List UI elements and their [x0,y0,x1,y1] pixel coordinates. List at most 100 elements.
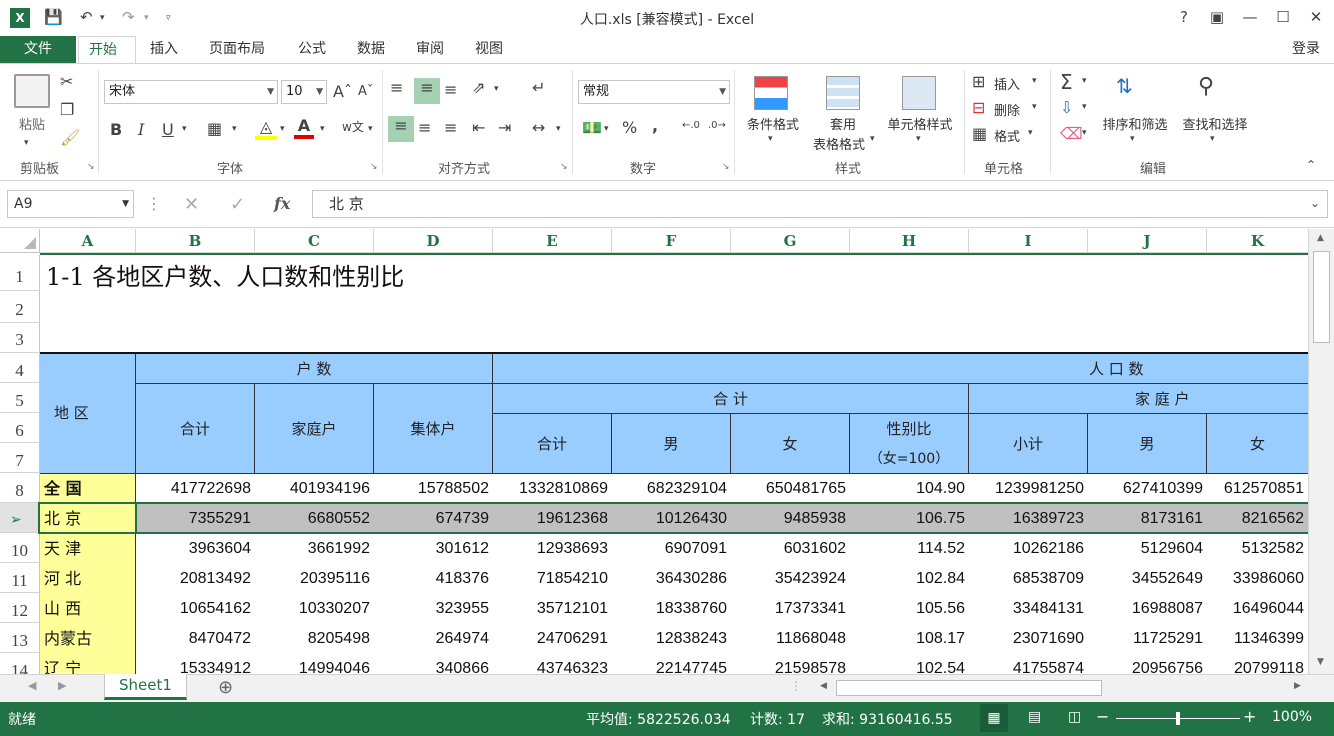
cell-styles-button[interactable]: 单元格样式 [880,114,960,133]
data-cell-f[interactable]: 22147745 [612,654,731,674]
data-cell-d[interactable]: 323955 [374,594,493,624]
alignment-launcher-icon[interactable]: ↘ [560,162,568,172]
chevron-down-icon[interactable]: ▾ [916,134,921,144]
data-cell-e[interactable]: 12938693 [493,534,612,564]
borders-dropdown-icon[interactable]: ▾ [232,124,237,134]
vertical-scroll-thumb[interactable] [1313,251,1330,343]
zoom-out-icon[interactable]: − [1096,707,1109,726]
format-as-table-icon[interactable] [826,76,860,110]
row-header-6[interactable]: 6 [0,413,40,443]
orientation-icon[interactable]: ⇗ [472,78,485,97]
copy-icon[interactable]: ❐ [60,100,74,119]
region-cell[interactable]: 山 西 [40,594,136,624]
font-name-select[interactable]: 宋体 ▼ [104,80,278,104]
phonetic-guide-icon[interactable]: w文 [342,118,364,135]
sort-filter-button[interactable]: 排序和筛选 [1096,114,1174,133]
data-cell-h[interactable]: 106.75 [850,504,969,534]
data-cell-j[interactable]: 627410399 [1088,474,1207,504]
tab-insert[interactable]: 插入 [140,36,188,64]
data-cell-k[interactable]: 612570851 [1207,474,1308,504]
sign-in-link[interactable]: 登录 [1292,36,1320,64]
tab-split-handle-icon[interactable]: ⋮ [790,679,802,693]
insert-function-button[interactable]: fx [274,194,290,213]
region-cell[interactable]: 全 国 [40,474,136,504]
wrap-text-icon[interactable]: ↵ [532,78,545,97]
column-header-g[interactable]: G [731,229,850,253]
data-cell-b[interactable]: 20813492 [136,564,255,594]
tab-review[interactable]: 审阅 [406,36,454,64]
region-cell[interactable]: 内蒙古 [40,624,136,654]
column-header-k[interactable]: K [1207,229,1308,253]
column-header-c[interactable]: C [255,229,374,253]
phonetic-dropdown-icon[interactable]: ▾ [368,124,373,134]
format-cells-icon[interactable]: ▦ [972,124,987,143]
data-cell-b[interactable]: 417722698 [136,474,255,504]
tab-formulas[interactable]: 公式 [288,36,336,64]
data-cell-j[interactable]: 20956756 [1088,654,1207,674]
font-color-dropdown-icon[interactable]: ▾ [320,124,325,134]
data-cell-d[interactable]: 15788502 [374,474,493,504]
zoom-level[interactable]: 100% [1272,709,1312,725]
add-sheet-button[interactable]: ⊕ [218,677,233,698]
column-header-f[interactable]: F [612,229,731,253]
sheet-tab-sheet1[interactable]: Sheet1 [104,674,187,700]
accounting-format-icon[interactable]: 💵 [582,118,602,137]
paste-button[interactable]: 粘贴 [12,114,52,133]
data-cell-i[interactable]: 41755874 [969,654,1088,674]
data-cell-f[interactable]: 36430286 [612,564,731,594]
font-size-select[interactable]: 10 ▼ [281,80,327,104]
region-cell[interactable]: 辽 宁 [40,654,136,674]
comma-style-button[interactable]: , [652,116,658,135]
row-header-3[interactable]: 3 [0,323,40,353]
row-header-14[interactable]: 14 [0,653,40,674]
confirm-entry-icon[interactable]: ✓ [230,194,245,215]
data-cell-e[interactable]: 71854210 [493,564,612,594]
normal-view-icon[interactable]: ▦ [980,704,1008,732]
expand-formula-bar-icon[interactable]: ⌄ [1310,196,1320,210]
clear-icon[interactable]: ⌫ [1060,124,1083,143]
percent-style-button[interactable]: % [622,118,637,137]
horizontal-scrollbar[interactable]: ◀ ▶ [816,678,1308,698]
data-cell-i[interactable]: 33484131 [969,594,1088,624]
data-cell-b[interactable]: 10654162 [136,594,255,624]
data-cell-i[interactable]: 23071690 [969,624,1088,654]
data-cell-g[interactable]: 21598578 [731,654,850,674]
help-button[interactable]: ? [1172,8,1196,26]
column-header-b[interactable]: B [136,229,255,253]
column-header-i[interactable]: I [969,229,1088,253]
data-cell-h[interactable]: 102.54 [850,654,969,674]
data-cell-d[interactable]: 301612 [374,534,493,564]
row-header-13[interactable]: 13 [0,623,40,653]
data-cell-c[interactable]: 10330207 [255,594,374,624]
data-cell-c[interactable]: 20395116 [255,564,374,594]
row-header-10[interactable]: 10 [0,533,40,563]
underline-button[interactable]: U [162,120,174,139]
tab-home[interactable]: 开始 [78,36,136,64]
delete-cells-icon[interactable]: ⊟ [972,98,985,117]
align-right-icon[interactable]: ≡ [444,118,457,137]
data-cell-g[interactable]: 6031602 [731,534,850,564]
data-cell-i[interactable]: 1239981250 [969,474,1088,504]
borders-icon[interactable]: ▦ [207,119,222,138]
conditional-formatting-icon[interactable] [754,76,788,110]
scroll-right-icon[interactable]: ▶ [1294,681,1301,691]
collapse-ribbon-icon[interactable]: ⌃ [1306,158,1316,172]
decrease-indent-icon[interactable]: ⇤ [472,118,485,137]
data-cell-f[interactable]: 10126430 [612,504,731,534]
data-cell-g[interactable]: 17373341 [731,594,850,624]
tab-file[interactable]: 文件 [0,36,76,64]
tab-view[interactable]: 视图 [465,36,513,64]
align-top-icon[interactable]: ≡ [390,78,403,97]
column-header-j[interactable]: J [1088,229,1207,253]
align-bottom-icon[interactable]: ≡ [444,80,457,99]
tab-data[interactable]: 数据 [347,36,395,64]
chevron-down-icon[interactable]: ▾ [1130,134,1135,144]
data-cell-k[interactable]: 33986060 [1207,564,1308,594]
chevron-down-icon[interactable]: ▾ [1210,134,1215,144]
data-cell-c[interactable]: 8205498 [255,624,374,654]
clipboard-launcher-icon[interactable]: ↘ [87,162,95,172]
column-header-e[interactable]: E [493,229,612,253]
row-header-1[interactable]: 1 [0,255,40,291]
ribbon-display-options-icon[interactable]: ▣ [1205,8,1229,26]
data-cell-d[interactable]: 340866 [374,654,493,674]
